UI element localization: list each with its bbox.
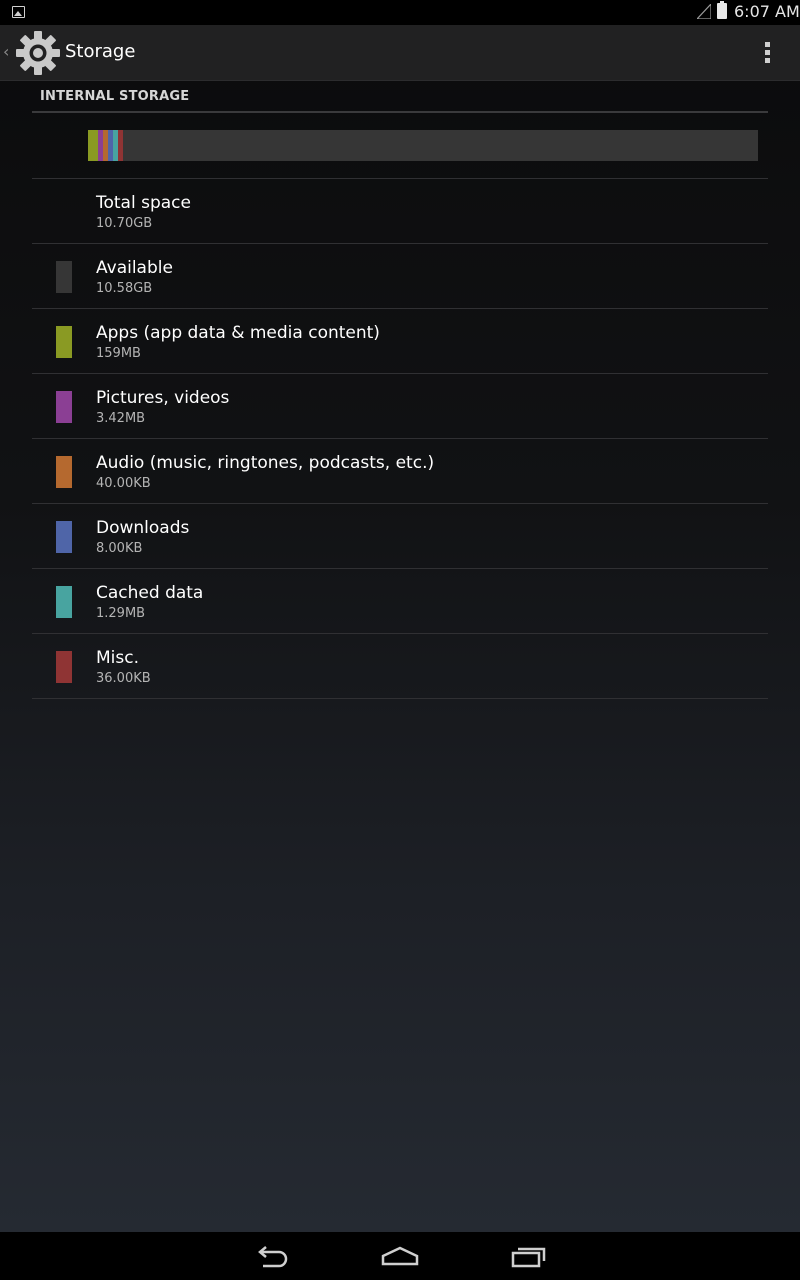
row-label: Misc. bbox=[96, 648, 139, 668]
storage-row-downloads[interactable]: Downloads 8.00KB bbox=[32, 504, 768, 568]
navigation-bar bbox=[0, 1232, 800, 1280]
usage-segment-misc bbox=[118, 130, 123, 161]
storage-row-apps[interactable]: Apps (app data & media content) 159MB bbox=[32, 309, 768, 373]
recent-apps-icon[interactable] bbox=[510, 1244, 548, 1268]
row-value: 36.00KB bbox=[96, 671, 151, 686]
color-swatch-pictures bbox=[56, 391, 72, 423]
battery-icon bbox=[717, 1, 727, 19]
storage-row-cached[interactable]: Cached data 1.29MB bbox=[32, 569, 768, 633]
overflow-menu-icon[interactable] bbox=[760, 41, 776, 65]
storage-row-pictures[interactable]: Pictures, videos 3.42MB bbox=[32, 374, 768, 438]
storage-usage-bar bbox=[88, 130, 758, 161]
usage-segment-apps bbox=[88, 130, 98, 161]
action-bar: ‹ Storage bbox=[0, 25, 800, 81]
row-label: Downloads bbox=[96, 518, 190, 538]
home-icon[interactable] bbox=[381, 1244, 419, 1268]
gallery-notification-icon bbox=[12, 6, 25, 18]
row-value: 3.42MB bbox=[96, 411, 146, 426]
storage-row-misc[interactable]: Misc. 36.00KB bbox=[32, 634, 768, 698]
page-title: Storage bbox=[65, 41, 136, 62]
signal-icon bbox=[697, 4, 711, 19]
row-value: 10.70GB bbox=[96, 216, 153, 231]
storage-row-audio[interactable]: Audio (music, ringtones, podcasts, etc.)… bbox=[32, 439, 768, 503]
color-swatch-available bbox=[56, 261, 72, 293]
row-label: Total space bbox=[96, 193, 191, 213]
row-value: 1.29MB bbox=[96, 606, 146, 621]
row-value: 40.00KB bbox=[96, 476, 151, 491]
color-swatch-apps bbox=[56, 326, 72, 358]
storage-row-total[interactable]: Total space 10.70GB bbox=[32, 179, 768, 243]
color-swatch-audio bbox=[56, 456, 72, 488]
back-icon[interactable] bbox=[253, 1244, 291, 1268]
section-header-internal-storage: INTERNAL STORAGE bbox=[40, 89, 190, 104]
row-label: Audio (music, ringtones, podcasts, etc.) bbox=[96, 453, 435, 473]
row-value: 159MB bbox=[96, 346, 141, 361]
color-swatch-misc bbox=[56, 651, 72, 683]
row-value: 10.58GB bbox=[96, 281, 153, 296]
row-label: Available bbox=[96, 258, 173, 278]
color-swatch-downloads bbox=[56, 521, 72, 553]
section-divider bbox=[32, 111, 768, 113]
storage-row-available[interactable]: Available 10.58GB bbox=[32, 244, 768, 308]
status-time: 6:07 AM bbox=[734, 2, 800, 21]
row-value: 8.00KB bbox=[96, 541, 143, 556]
color-swatch-cached bbox=[56, 586, 72, 618]
up-navigation-icon[interactable]: ‹ bbox=[3, 44, 9, 60]
row-divider bbox=[32, 698, 768, 699]
row-label: Apps (app data & media content) bbox=[96, 323, 380, 343]
settings-gear-icon[interactable] bbox=[15, 30, 61, 76]
row-label: Pictures, videos bbox=[96, 388, 230, 408]
status-bar: 6:07 AM bbox=[0, 0, 800, 25]
row-label: Cached data bbox=[96, 583, 204, 603]
